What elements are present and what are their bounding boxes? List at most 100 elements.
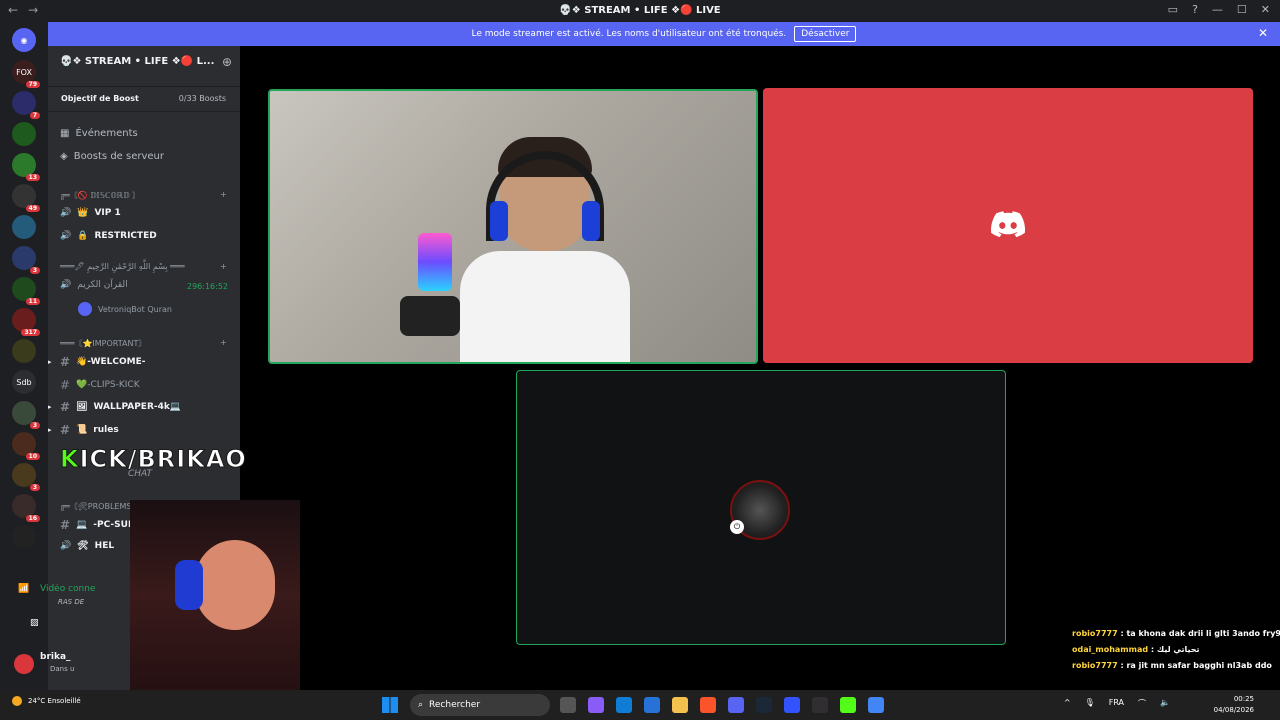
windows-start-icon[interactable] bbox=[382, 697, 398, 713]
text-channel-wallpaper[interactable]: ▸ # 🖼 WALLPAPER-4k💻 bbox=[48, 400, 182, 414]
mention-badge: 10 bbox=[25, 453, 40, 460]
server-icon[interactable]: 3 bbox=[12, 246, 40, 274]
category-important[interactable]: ═══〘⭐IMPORTANT〙 + bbox=[60, 338, 227, 349]
voice-channel-name: RAS DE bbox=[58, 598, 85, 606]
voice-channel-vip[interactable]: 🔊 👑 VIP 1 bbox=[60, 208, 121, 218]
close-icon[interactable]: ✕ bbox=[1258, 26, 1268, 40]
chevron-up-icon[interactable]: ^ bbox=[1064, 698, 1071, 709]
boost-goal-bar[interactable]: Objectif de Boost 0/33 Boosts bbox=[48, 86, 240, 112]
server-icon[interactable] bbox=[12, 339, 36, 363]
video-grid: ⏻ bbox=[240, 46, 1280, 690]
server-name[interactable]: 💀❖ STREAM • LIFE ❖🔴 L... bbox=[60, 56, 214, 67]
unread-indicator: ▸ bbox=[48, 403, 52, 411]
taskbar-clock[interactable]: 00:25 04/08/2026 bbox=[1214, 694, 1254, 716]
streamer-mode-banner: Le mode streamer est activé. Les noms d'… bbox=[48, 22, 1280, 46]
brave-icon[interactable] bbox=[700, 697, 716, 713]
category-quran[interactable]: ═══🖊 بِسْمِ اللَّهِ الرَّحْمَٰنِ الرَّحِ… bbox=[60, 262, 227, 271]
user-panel[interactable]: brika_ Dans u bbox=[8, 650, 130, 680]
maximize-icon[interactable]: ☐ bbox=[1237, 3, 1247, 16]
kick-icon[interactable] bbox=[840, 697, 856, 713]
mic-muted-icon: ⏻ bbox=[730, 520, 744, 534]
server-icon[interactable] bbox=[12, 122, 36, 146]
chat-user: odai_mohammad bbox=[1072, 645, 1149, 654]
volume-icon[interactable]: 🔈 bbox=[1160, 698, 1170, 709]
voice-channel-quran[interactable]: 🔊 القرآن الكريم bbox=[60, 280, 128, 290]
server-icon[interactable]: Sdb bbox=[12, 370, 36, 394]
task-view-icon[interactable] bbox=[560, 697, 576, 713]
server-boosts-item[interactable]: ◈ Boosts de serveur bbox=[60, 151, 164, 162]
add-member-icon[interactable]: ⊕ bbox=[222, 55, 232, 69]
inbox-icon[interactable]: ▭ bbox=[1168, 3, 1178, 16]
server-icon[interactable] bbox=[12, 215, 36, 239]
voice-channel-restricted[interactable]: 🔊 🔒 RESTRICTED bbox=[60, 231, 157, 241]
weather-temp: 24°C bbox=[28, 697, 46, 705]
server-icon[interactable]: 3 bbox=[12, 463, 40, 491]
category-label: ╔═〘🚫 𝔻𝕀𝕊ℂ𝕆ℝ𝔻 〙 bbox=[60, 191, 141, 200]
video-tile-discord[interactable] bbox=[763, 88, 1253, 363]
screen-share-icon[interactable]: ▨ bbox=[30, 618, 39, 628]
chrome-icon[interactable] bbox=[868, 697, 884, 713]
crown-icon: 👑 bbox=[77, 208, 89, 218]
window-controls: ▭ ? — ☐ ✕ bbox=[1168, 3, 1270, 16]
plus-icon[interactable]: + bbox=[220, 262, 227, 271]
signal-icon: 📶 bbox=[18, 584, 30, 594]
server-icon[interactable]: 3 bbox=[12, 401, 40, 429]
server-icon[interactable]: 13 bbox=[12, 153, 40, 181]
speaker-icon: 🔊 bbox=[60, 231, 72, 241]
mic-icon[interactable]: 🎙 bbox=[1085, 698, 1095, 709]
chat-line: robio7777 : ta khona dak drii li glti 3a… bbox=[1072, 626, 1280, 642]
plus-icon[interactable]: + bbox=[220, 190, 227, 199]
video-tile-camera[interactable] bbox=[268, 89, 758, 364]
taskbar-apps bbox=[560, 697, 884, 713]
steam-icon[interactable] bbox=[756, 697, 772, 713]
category-discord[interactable]: ╔═〘🚫 𝔻𝕀𝕊ℂ𝕆ℝ𝔻 〙 + bbox=[60, 190, 227, 201]
channel-label: WALLPAPER-4k💻 bbox=[93, 402, 182, 412]
edge-icon[interactable] bbox=[616, 697, 632, 713]
store-icon[interactable] bbox=[644, 697, 660, 713]
speaker-icon: 🔊 bbox=[60, 280, 72, 290]
voice-user[interactable]: VetroniqBot Quran bbox=[78, 302, 172, 316]
server-icon[interactable]: 16 bbox=[12, 494, 40, 522]
server-icon[interactable]: 11 bbox=[12, 277, 40, 305]
text-channel-rules[interactable]: ▸ # 📜 rules bbox=[48, 423, 119, 437]
disable-streamer-button[interactable]: Désactiver bbox=[794, 26, 857, 42]
server-icon[interactable]: FOX 79 bbox=[12, 60, 40, 88]
wifi-icon[interactable]: ⌒ bbox=[1138, 698, 1146, 709]
mention-badge: 16 bbox=[25, 515, 40, 522]
server-icon[interactable] bbox=[12, 525, 36, 549]
voice-channel-help[interactable]: 🔊 🛠 HEL bbox=[60, 541, 114, 551]
server-icon[interactable]: 49 bbox=[12, 184, 40, 212]
file-explorer-icon[interactable] bbox=[672, 697, 688, 713]
text-channel-clips[interactable]: # 💚-CLIPS-KICK bbox=[60, 378, 140, 392]
events-item[interactable]: ▦ Événements bbox=[60, 128, 138, 139]
kick-overlay: KICK/BRIKAO bbox=[60, 445, 247, 474]
discord-icon[interactable] bbox=[728, 697, 744, 713]
help-icon[interactable]: ? bbox=[1192, 3, 1198, 16]
taskbar-search[interactable]: ⌕ Rechercher bbox=[410, 694, 550, 716]
hash-icon: # bbox=[60, 355, 71, 369]
minimize-icon[interactable]: — bbox=[1212, 3, 1223, 16]
voice-timer: 296:16:52 bbox=[187, 282, 229, 291]
category-problems[interactable]: ╔═〘🛠PROBLEMS〙 bbox=[60, 501, 139, 512]
discord-home-icon[interactable]: ◉ bbox=[12, 28, 36, 52]
video-tile-avatar[interactable]: ⏻ bbox=[516, 370, 1006, 645]
banner-text: Le mode streamer est activé. Les noms d'… bbox=[471, 29, 787, 39]
weather-widget[interactable]: 24°C Ensoleillé bbox=[12, 696, 81, 706]
overlay-k: K bbox=[60, 445, 80, 474]
channel-label: rules bbox=[93, 425, 119, 435]
server-icon[interactable]: 317 bbox=[12, 308, 40, 336]
server-icon[interactable]: 10 bbox=[12, 432, 40, 460]
stream-chat-overlay: robio7777 : ta khona dak drii li glti 3a… bbox=[1072, 626, 1280, 674]
text-channel-welcome[interactable]: ▸ # 👋-WELCOME- bbox=[48, 355, 146, 369]
mention-badge: 7 bbox=[29, 112, 40, 119]
hash-icon: # bbox=[60, 378, 71, 392]
server-icon[interactable]: 7 bbox=[12, 91, 40, 119]
lang-indicator[interactable]: FRA bbox=[1109, 698, 1124, 709]
close-window-icon[interactable]: ✕ bbox=[1261, 3, 1270, 16]
plus-icon[interactable]: + bbox=[220, 338, 227, 347]
obs-icon[interactable] bbox=[812, 697, 828, 713]
copilot-icon[interactable] bbox=[588, 697, 604, 713]
server-icon-label: Sdb bbox=[16, 377, 32, 387]
overlay-handle: ICK/BRIKAO bbox=[79, 445, 247, 474]
ea-icon[interactable] bbox=[784, 697, 800, 713]
